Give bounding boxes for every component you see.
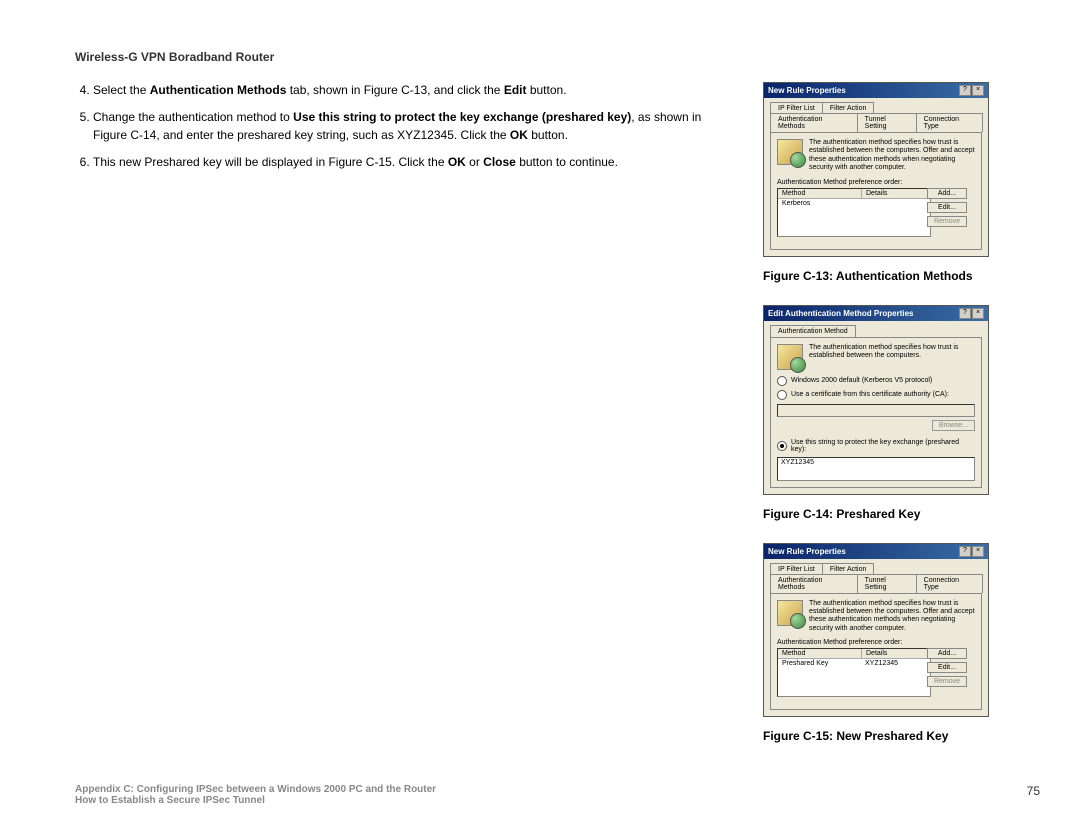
figure-c13-dialog: New Rule Properties ? × IP Filter List F… [763,82,989,257]
step4-bold-b: Authentication Methods [150,83,287,97]
edit-button[interactable]: Edit... [927,662,967,673]
row-details: XYZ12345 [861,659,930,668]
step5-bold-b: Use this string to protect the key excha… [293,110,631,124]
col-details: Details [862,189,930,198]
tab-auth-methods[interactable]: Authentication Methods [770,113,858,132]
security-icon [777,344,803,370]
caption-c13: Figure C-13: Authentication Methods [763,269,991,283]
help-icon[interactable]: ? [959,546,971,557]
dialog15-desc: The authentication method specifies how … [809,600,975,634]
security-icon [777,600,803,626]
row-details [861,199,930,208]
step6-text-a: This new Preshared key will be displayed… [93,155,448,169]
tab-connection-type[interactable]: Connection Type [916,113,983,132]
footer-line1: Appendix C: Configuring IPSec between a … [75,784,436,795]
tab-auth-method[interactable]: Authentication Method [770,325,856,337]
footer-line2: How to Establish a Secure IPSec Tunnel [75,795,436,806]
step6-bold-b: OK [448,155,466,169]
row-method: Kerberos [778,199,861,208]
step4-text-e: button. [527,83,567,97]
dialog13-pref-label: Authentication Method preference order: [777,179,975,186]
dialog14-desc: The authentication method specifies how … [809,344,975,370]
row-method: Preshared Key [778,659,861,668]
dialog15-pref-label: Authentication Method preference order: [777,639,975,646]
step4-bold-d: Edit [504,83,527,97]
dialog13-tabs-bottom: Authentication Methods Tunnel Setting Co… [764,113,988,132]
step6-bold-d: Close [483,155,516,169]
edit-button[interactable]: Edit... [927,202,967,213]
close-icon[interactable]: × [972,308,984,319]
step6-text-e: button to continue. [516,155,618,169]
col-method: Method [778,189,862,198]
dialog14-titlebar: Edit Authentication Method Properties ? … [764,306,988,321]
ca-input [777,404,975,417]
figures-column: New Rule Properties ? × IP Filter List F… [763,82,991,765]
col-method: Method [778,649,862,658]
dialog13-titlebar: New Rule Properties ? × [764,83,988,98]
step-4: Select the Authentication Methods tab, s… [93,82,735,99]
tab-auth-methods[interactable]: Authentication Methods [770,574,858,593]
figure-c14-dialog: Edit Authentication Method Properties ? … [763,305,989,495]
list-row[interactable]: Kerberos [778,199,930,208]
add-button[interactable]: Add... [927,648,967,659]
col-details: Details [862,649,930,658]
dialog14-title: Edit Authentication Method Properties [768,309,913,318]
help-icon[interactable]: ? [959,308,971,319]
radio-icon [777,441,787,451]
opt3-label: Use this string to protect the key excha… [791,439,975,453]
add-button[interactable]: Add... [927,188,967,199]
radio-icon [777,376,787,386]
caption-c14: Figure C-14: Preshared Key [763,507,991,521]
figure-c15-dialog: New Rule Properties ? × IP Filter List F… [763,543,989,718]
step6-text-c: or [466,155,483,169]
radio-preshared[interactable]: Use this string to protect the key excha… [777,439,975,453]
page-number: 75 [1027,784,1040,806]
dialog15-title: New Rule Properties [768,547,846,556]
tab-connection-type[interactable]: Connection Type [916,574,983,593]
dialog13-method-list[interactable]: Method Details Kerberos [777,188,931,237]
list-row[interactable]: Preshared Key XYZ12345 [778,659,930,668]
opt2-label: Use a certificate from this certificate … [791,391,949,398]
close-icon[interactable]: × [972,546,984,557]
security-icon [777,139,803,165]
step-5: Change the authentication method to Use … [93,109,735,144]
browse-button[interactable]: Browse... [932,420,975,431]
close-icon[interactable]: × [972,85,984,96]
step5-bold-d: OK [510,128,528,142]
instruction-column: Select the Authentication Methods tab, s… [75,82,735,765]
radio-kerberos[interactable]: Windows 2000 default (Kerberos V5 protoc… [777,376,975,386]
step5-text-e: button. [528,128,568,142]
step5-text-a: Change the authentication method to [93,110,293,124]
dialog15-method-list[interactable]: Method Details Preshared Key XYZ12345 [777,648,931,697]
dialog13-title: New Rule Properties [768,86,846,95]
radio-certificate[interactable]: Use a certificate from this certificate … [777,390,975,400]
step4-text-a: Select the [93,83,150,97]
step4-text-c: tab, shown in Figure C-13, and click the [286,83,503,97]
preshared-key-input[interactable]: XYZ12345 [777,457,975,481]
dialog13-desc: The authentication method specifies how … [809,139,975,173]
help-icon[interactable]: ? [959,85,971,96]
page-header: Wireless-G VPN Boradband Router [75,50,1040,64]
step-6: This new Preshared key will be displayed… [93,154,735,171]
tab-tunnel-setting[interactable]: Tunnel Setting [857,113,917,132]
dialog13-tabs-top: IP Filter List Filter Action [764,98,988,114]
tab-tunnel-setting[interactable]: Tunnel Setting [857,574,917,593]
remove-button[interactable]: Remove [927,216,967,227]
dialog15-titlebar: New Rule Properties ? × [764,544,988,559]
caption-c15: Figure C-15: New Preshared Key [763,729,991,743]
radio-icon [777,390,787,400]
page-footer: Appendix C: Configuring IPSec between a … [75,784,1040,806]
opt1-label: Windows 2000 default (Kerberos V5 protoc… [791,377,932,384]
remove-button[interactable]: Remove [927,676,967,687]
